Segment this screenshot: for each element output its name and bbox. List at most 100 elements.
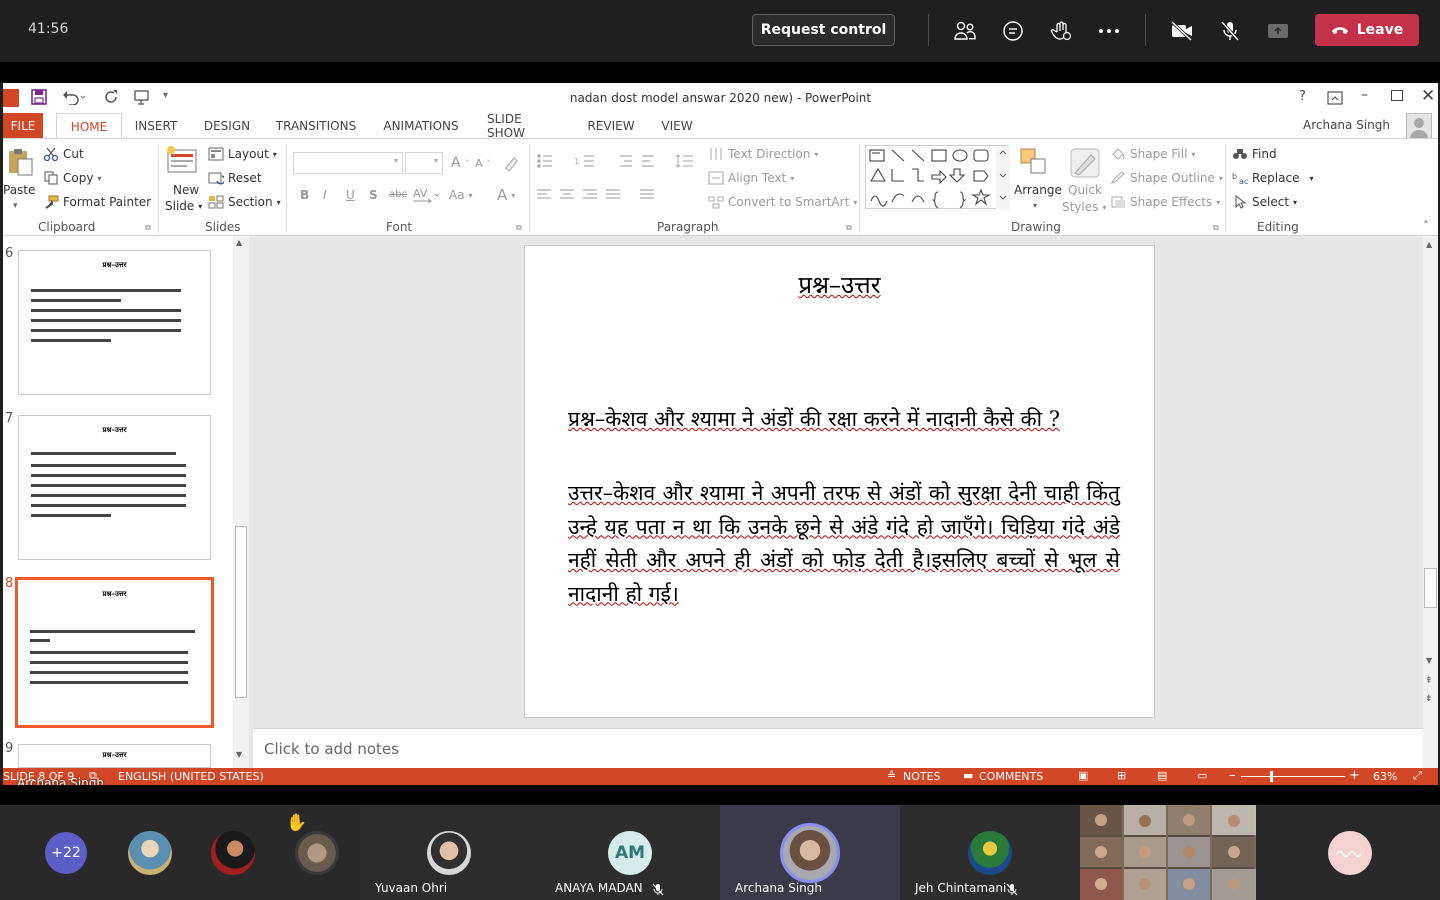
quick-styles-button-2[interactable]: Styles ▾ bbox=[1062, 200, 1106, 214]
convert-smartart-button[interactable]: Convert to SmartArt ▾ bbox=[708, 195, 857, 209]
find-button[interactable]: Find bbox=[1232, 147, 1277, 161]
grow-font-button[interactable]: A ˄ bbox=[451, 155, 469, 171]
next-slide-icon[interactable]: ⇟ bbox=[1425, 694, 1433, 704]
tab-review[interactable]: REVIEW bbox=[587, 113, 634, 139]
scroll-up-icon[interactable]: ▲ bbox=[236, 238, 242, 247]
participant-tile[interactable]: Jeh Chintamani bbox=[900, 805, 1080, 900]
slide-show-icon[interactable]: ▭ bbox=[1197, 769, 1207, 782]
cut-button[interactable]: Cut bbox=[43, 147, 84, 161]
slide-answer[interactable]: उत्तर–केशव और श्यामा ने अपनी तरफ से अंडो… bbox=[568, 477, 1120, 611]
share-screen-icon[interactable] bbox=[1265, 18, 1291, 44]
zoom-out-icon[interactable]: – bbox=[1229, 768, 1236, 783]
help-button[interactable]: ? bbox=[1299, 89, 1306, 104]
reset-button[interactable]: Reset bbox=[208, 171, 262, 185]
arrange-button[interactable]: Arrange bbox=[1014, 183, 1062, 197]
text-shadow-button[interactable]: S bbox=[369, 188, 378, 202]
slide-sorter-icon[interactable]: ⊞ bbox=[1117, 769, 1126, 782]
italic-button[interactable]: I bbox=[323, 188, 327, 202]
shrink-font-button[interactable]: A ˅ bbox=[475, 157, 491, 170]
shapes-gallery[interactable] bbox=[865, 145, 1010, 210]
scrollbar-thumb[interactable] bbox=[1424, 568, 1437, 608]
clear-formatting-icon[interactable] bbox=[503, 155, 519, 175]
paragraph-launcher-icon[interactable]: ⧉ bbox=[846, 223, 852, 233]
participant-tile[interactable]: AM ANAYA MADAN bbox=[540, 805, 720, 900]
new-slide-icon[interactable] bbox=[165, 145, 199, 179]
new-slide-button[interactable]: New bbox=[173, 183, 199, 197]
collapse-ribbon-icon[interactable]: ˄ bbox=[1423, 219, 1429, 232]
camera-off-icon[interactable] bbox=[1169, 18, 1195, 44]
close-icon[interactable]: ✕ bbox=[1421, 86, 1435, 106]
more-options-icon[interactable] bbox=[1096, 18, 1122, 44]
participant-tile[interactable]: Yuvaan Ohri bbox=[360, 805, 540, 900]
leave-button[interactable]: Leave bbox=[1315, 14, 1419, 46]
zoom-in-icon[interactable]: + bbox=[1349, 768, 1360, 783]
font-launcher-icon[interactable]: ⧉ bbox=[516, 223, 522, 233]
alignment-icons[interactable] bbox=[536, 187, 666, 207]
participant-avatar[interactable] bbox=[211, 831, 255, 875]
zoom-slider-handle[interactable] bbox=[1270, 771, 1273, 782]
zoom-level[interactable]: 63% bbox=[1373, 770, 1397, 783]
comments-button[interactable]: COMMENTS bbox=[979, 770, 1043, 783]
slide-scrollbar[interactable]: ▲ ▼ ⇞ ⇟ bbox=[1423, 236, 1438, 768]
previous-slide-icon[interactable]: ⇞ bbox=[1425, 676, 1433, 686]
drawing-launcher-icon[interactable]: ⧉ bbox=[1213, 223, 1219, 233]
notes-placeholder[interactable]: Click to add notes bbox=[264, 740, 399, 758]
request-control-button[interactable]: Request control bbox=[752, 14, 895, 46]
text-direction-button[interactable]: Text Direction ▾ bbox=[708, 147, 818, 161]
select-button[interactable]: Select ▾ bbox=[1232, 195, 1297, 209]
font-size-select[interactable]: ▾ bbox=[405, 152, 443, 174]
format-painter-button[interactable]: Format Painter bbox=[43, 195, 151, 209]
participant-avatar[interactable] bbox=[295, 831, 339, 875]
arrange-dropdown-icon[interactable]: ▾ bbox=[1033, 201, 1037, 210]
tab-insert[interactable]: INSERT bbox=[135, 113, 178, 139]
tab-design[interactable]: DESIGN bbox=[203, 113, 251, 139]
copy-dropdown-icon[interactable]: ▾ bbox=[97, 174, 101, 183]
bullets-icon[interactable]: 1 bbox=[536, 153, 656, 173]
slide-thumbnail-6[interactable]: प्रश्न–उत्तर bbox=[18, 250, 211, 395]
participant-avatar[interactable] bbox=[128, 831, 172, 875]
avatar[interactable] bbox=[1406, 113, 1432, 139]
scroll-down-icon[interactable]: ▼ bbox=[1426, 656, 1432, 665]
scroll-up-icon[interactable]: ▲ bbox=[1426, 240, 1432, 249]
account-name[interactable]: Archana Singh bbox=[1303, 118, 1390, 132]
arrange-icon[interactable] bbox=[1019, 147, 1049, 181]
tab-animations[interactable]: ANIMATIONS bbox=[383, 113, 459, 139]
shape-outline-button[interactable]: Shape Outline ▾ bbox=[1110, 171, 1223, 185]
underline-button[interactable]: U bbox=[346, 188, 355, 202]
slide-thumbnail-9[interactable]: प्रश्न–उत्तर bbox=[18, 744, 211, 768]
clipboard-launcher-icon[interactable]: ⧉ bbox=[145, 223, 151, 233]
slide-thumbnail-8[interactable]: प्रश्न–उत्तर bbox=[15, 577, 214, 728]
overflow-participants-button[interactable]: +22 bbox=[45, 832, 87, 874]
line-spacing-icon[interactable] bbox=[675, 153, 695, 173]
people-icon[interactable] bbox=[952, 18, 978, 44]
microphone-off-icon[interactable] bbox=[1217, 18, 1243, 44]
notes-button[interactable]: NOTES bbox=[903, 770, 941, 783]
bold-button[interactable]: B bbox=[300, 188, 309, 202]
fit-to-window-icon[interactable]: ⤢ bbox=[1413, 769, 1422, 783]
slide-question[interactable]: प्रश्न–केशव और श्यामा ने अंडों की रक्षा … bbox=[568, 403, 1120, 437]
tab-home[interactable]: HOME bbox=[56, 113, 122, 139]
reactions-icon[interactable] bbox=[1048, 18, 1074, 44]
character-spacing-icon[interactable]: AV bbox=[413, 187, 441, 207]
maximize-icon[interactable] bbox=[1391, 90, 1403, 101]
slide-canvas[interactable]: प्रश्न–उत्तर प्रश्न–केशव और श्यामा ने अं… bbox=[524, 245, 1155, 718]
ribbon-display-options-icon[interactable] bbox=[1327, 90, 1343, 109]
language-indicator[interactable]: ENGLISH (UNITED STATES) bbox=[118, 770, 264, 783]
tab-slide-show[interactable]: SLIDE SHOW bbox=[487, 112, 561, 140]
tab-file[interactable]: FILE bbox=[3, 113, 43, 139]
change-case-button[interactable]: Aa ▾ bbox=[449, 188, 473, 202]
participant-avatar[interactable] bbox=[1328, 831, 1372, 875]
participant-video-grid[interactable] bbox=[1080, 805, 1256, 900]
thumbnail-scrollbar[interactable]: ▲ ▼ bbox=[233, 236, 249, 768]
scroll-down-icon[interactable]: ▼ bbox=[236, 750, 242, 759]
layout-button[interactable]: Layout ▾ bbox=[208, 147, 277, 161]
replace-button[interactable]: b ac Replace ▾ bbox=[1232, 171, 1313, 185]
paste-dropdown-icon[interactable]: ▾ bbox=[13, 201, 18, 211]
shape-effects-button[interactable]: Shape Effects ▾ bbox=[1110, 195, 1220, 209]
shape-fill-button[interactable]: Shape Fill ▾ bbox=[1110, 147, 1195, 161]
strikethrough-button[interactable]: abc bbox=[389, 189, 407, 200]
slide-thumbnail-7[interactable]: प्रश्न–उत्तर bbox=[18, 415, 211, 560]
paste-icon[interactable] bbox=[5, 147, 35, 181]
tab-transitions[interactable]: TRANSITIONS bbox=[276, 113, 356, 139]
minimize-icon[interactable]: – bbox=[1361, 87, 1368, 103]
